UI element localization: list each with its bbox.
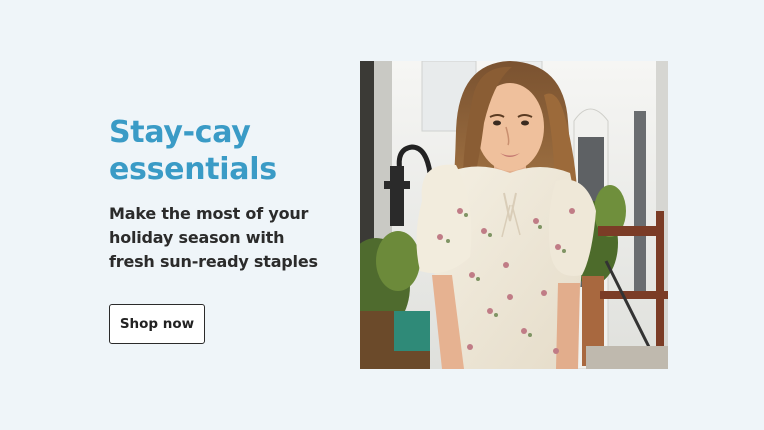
promo-banner: Stay-cay essentials Make the most of you… [0,0,764,430]
promo-headline: Stay-cay essentials [109,115,277,187]
shop-now-button[interactable]: Shop now [109,304,205,344]
promo-photo-illustration [360,61,668,369]
promo-image[interactable] [360,61,668,369]
promo-copy: Stay-cay essentials Make the most of you… [109,114,329,274]
promo-subhead: Make the most of your holiday season wit… [109,204,318,271]
